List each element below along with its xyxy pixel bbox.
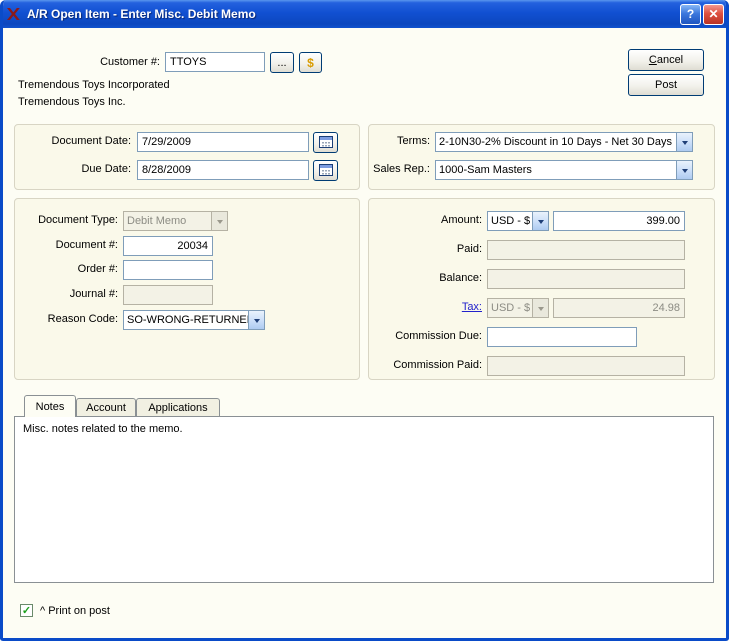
- balance-label: Balance:: [439, 272, 482, 284]
- reason-code-label: Reason Code:: [47, 313, 118, 325]
- document-type-value: Debit Memo: [127, 215, 187, 227]
- commission-due-input[interactable]: [487, 327, 637, 347]
- paid-input: [487, 240, 685, 260]
- help-button[interactable]: ?: [680, 3, 701, 25]
- dialog-body: Customer #: ... $ Cancel Post Tremendous…: [3, 28, 726, 638]
- tax-label-wrap: Tax:: [376, 301, 482, 314]
- app-icon: [5, 6, 21, 22]
- customer-alt-name: Tremendous Toys Inc.: [18, 96, 126, 108]
- tax-input: [553, 298, 685, 318]
- sales-rep-label: Sales Rep.:: [373, 163, 430, 175]
- commission-due-label: Commission Due:: [395, 330, 482, 342]
- balance-input: [487, 269, 685, 289]
- chevron-down-icon: [676, 133, 692, 151]
- reason-code-select[interactable]: SO-WRONG-RETURNED-SC: [123, 310, 265, 330]
- tax-currency-select: USD - $: [487, 298, 549, 318]
- tax-currency-value: USD - $: [491, 302, 531, 314]
- amount-currency-select[interactable]: USD - $: [487, 211, 549, 231]
- journal-number-input: [123, 285, 213, 305]
- cancel-button[interactable]: Cancel: [628, 49, 704, 71]
- customer-label: Customer #:: [100, 56, 160, 68]
- document-number-input[interactable]: [123, 236, 213, 256]
- calendar-icon: [318, 163, 333, 179]
- commission-paid-label: Commission Paid:: [393, 359, 482, 371]
- window-title: A/R Open Item - Enter Misc. Debit Memo: [27, 7, 256, 21]
- amount-label: Amount:: [441, 214, 482, 226]
- customer-name: Tremendous Toys Incorporated: [18, 79, 170, 91]
- sales-rep-value: 1000-Sam Masters: [439, 164, 532, 176]
- terms-select[interactable]: 2-10N30-2% Discount in 10 Days - Net 30 …: [435, 132, 693, 152]
- tax-link[interactable]: Tax:: [462, 301, 482, 313]
- print-on-post-label: ^ Print on post: [40, 605, 110, 617]
- due-date-label: Due Date:: [81, 163, 131, 175]
- chevron-down-icon: [532, 212, 548, 230]
- ellipsis-icon: ...: [277, 56, 287, 69]
- document-type-select: Debit Memo: [123, 211, 228, 231]
- tab-account[interactable]: Account: [76, 398, 136, 417]
- customer-input[interactable]: [165, 52, 265, 72]
- close-button[interactable]: ✕: [703, 3, 724, 25]
- customer-currency-button[interactable]: $: [299, 52, 322, 73]
- dialog-window: A/R Open Item - Enter Misc. Debit Memo ?…: [0, 0, 729, 641]
- document-number-label: Document #:: [55, 239, 118, 251]
- post-button[interactable]: Post: [628, 74, 704, 96]
- order-number-input[interactable]: [123, 260, 213, 280]
- post-label: Post: [654, 79, 677, 91]
- due-date-input[interactable]: [137, 160, 309, 180]
- titlebar: A/R Open Item - Enter Misc. Debit Memo ?…: [3, 0, 726, 28]
- notes-textarea[interactable]: Misc. notes related to the memo.: [14, 416, 714, 583]
- print-on-post-checkbox[interactable]: [20, 604, 33, 617]
- chevron-down-icon: [532, 299, 548, 317]
- chevron-down-icon: [211, 212, 227, 230]
- reason-code-value: SO-WRONG-RETURNED-SC: [127, 314, 248, 326]
- tab-notes[interactable]: Notes: [24, 395, 76, 417]
- commission-paid-input: [487, 356, 685, 376]
- customer-lookup-button[interactable]: ...: [270, 52, 294, 73]
- document-date-label: Document Date:: [51, 135, 131, 147]
- amount-currency-value: USD - $: [491, 215, 531, 227]
- document-date-input[interactable]: [137, 132, 309, 152]
- sales-rep-select[interactable]: 1000-Sam Masters: [435, 160, 693, 180]
- document-type-label: Document Type:: [38, 214, 118, 226]
- calendar-icon: [318, 135, 333, 151]
- journal-number-label: Journal #:: [69, 288, 118, 300]
- order-number-label: Order #:: [77, 263, 118, 275]
- terms-value: 2-10N30-2% Discount in 10 Days - Net 30 …: [439, 136, 672, 148]
- terms-label: Terms:: [397, 135, 430, 147]
- tab-applications[interactable]: Applications: [136, 398, 220, 417]
- notes-text: Misc. notes related to the memo.: [23, 423, 183, 435]
- paid-label: Paid:: [456, 243, 482, 255]
- dollar-icon: $: [307, 55, 314, 70]
- cancel-label: Cancel: [648, 54, 684, 66]
- amount-input[interactable]: [553, 211, 685, 231]
- chevron-down-icon: [676, 161, 692, 179]
- chevron-down-icon: [248, 311, 264, 329]
